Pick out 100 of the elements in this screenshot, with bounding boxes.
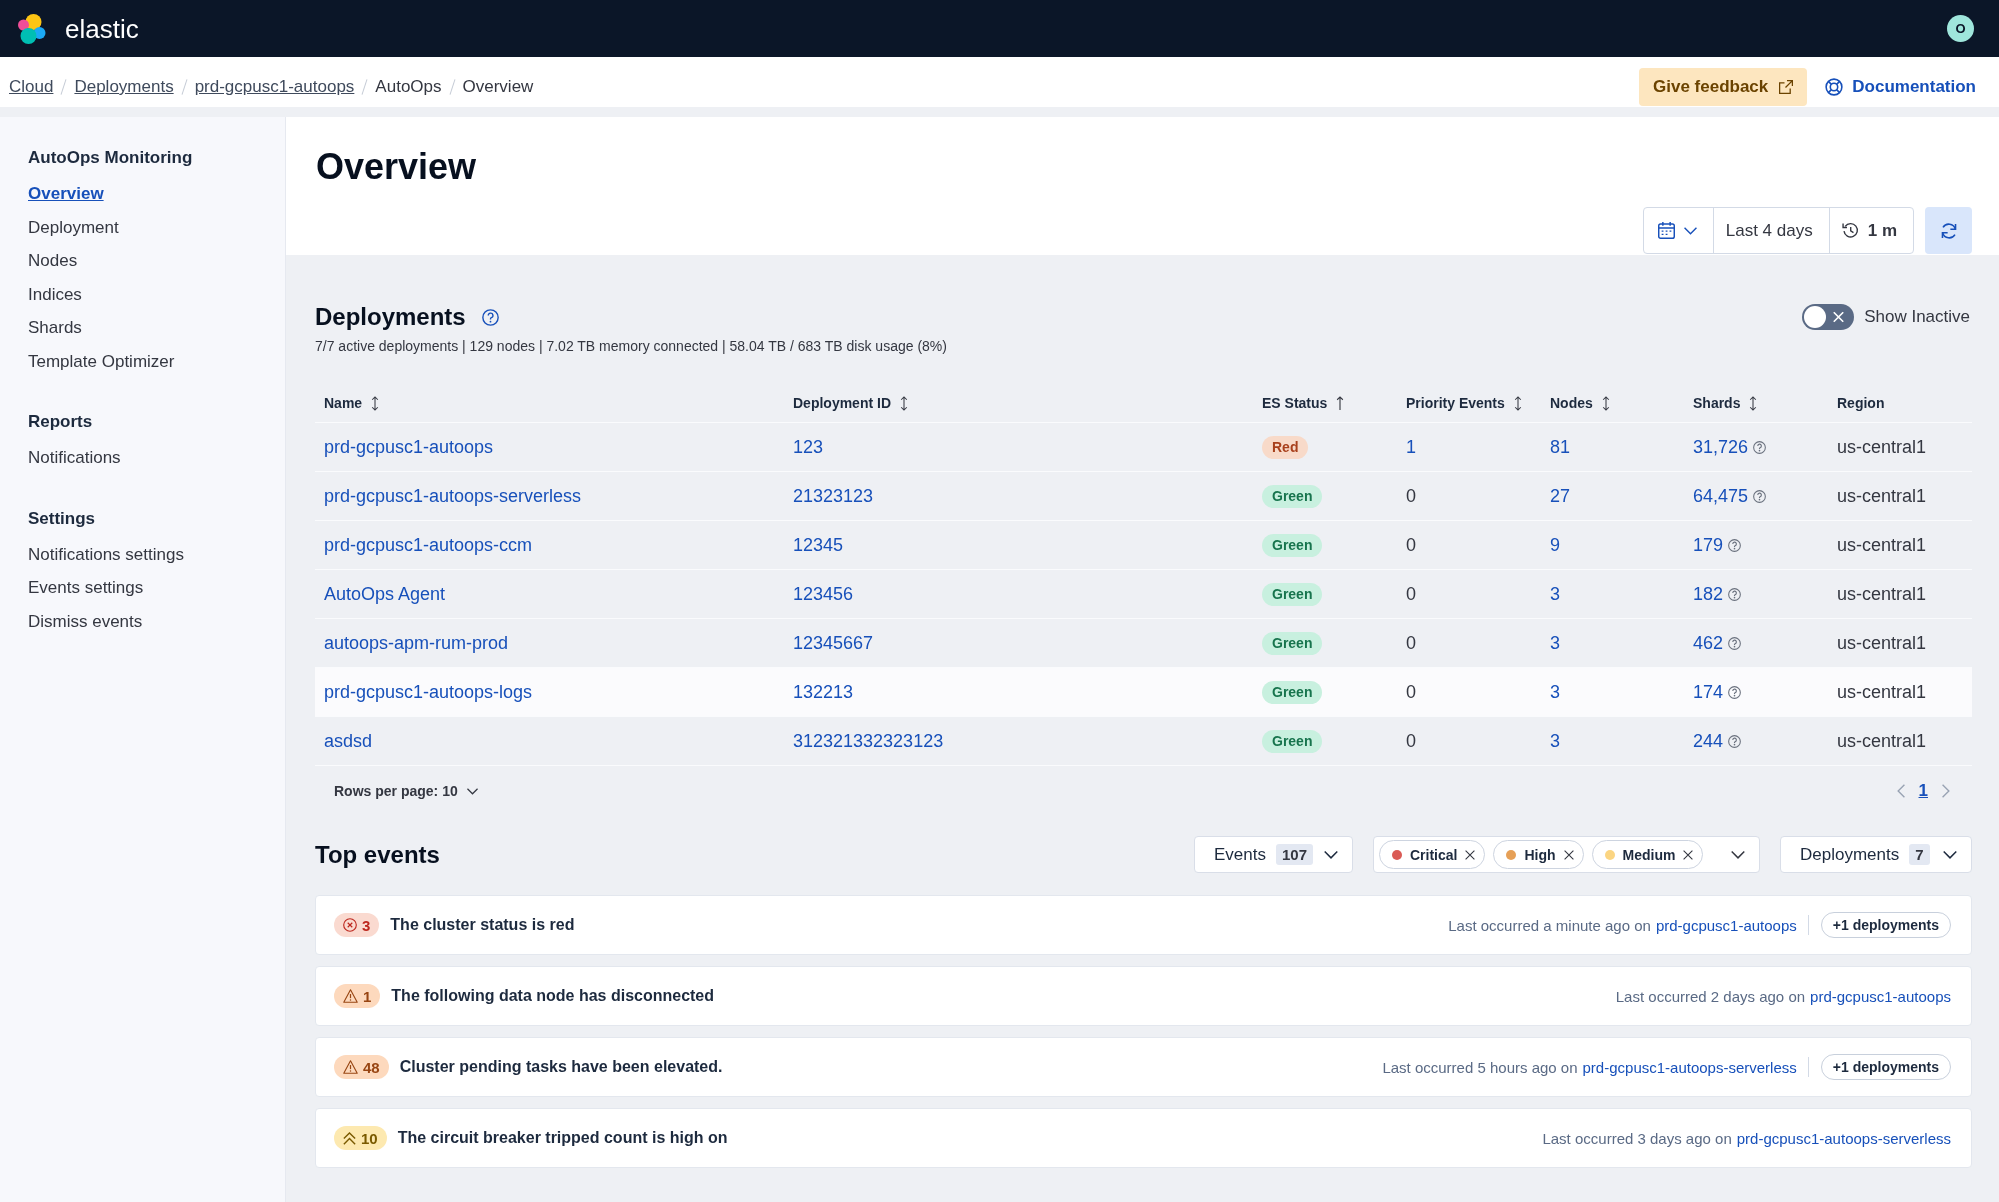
more-deployments-button[interactable]: +1 deployments [1820,912,1951,938]
deployment-id-link[interactable]: 123456 [793,583,854,605]
event-card[interactable]: 3 The cluster status is red Last occurred a minute ago on prd-gcpusc1-autoops +1 deployments [315,895,1972,955]
shards-link[interactable]: 64,475 [1693,485,1749,507]
last-occurred-text: Last occurred a minute ago on [1448,916,1651,934]
breadcrumb-text: Overview [462,76,534,98]
column-header[interactable]: Deployment ID [793,395,908,411]
close-icon[interactable] [1683,849,1694,860]
sidebar-item[interactable]: Overview [28,177,285,211]
nodes-link[interactable]: 27 [1550,485,1571,507]
event-card[interactable]: 10 The circuit breaker tripped count is high on Last occurred 3 days ago on prd-gcpusc1-autoops-serverless [315,1108,1972,1168]
events-filter-button[interactable]: Events 107 [1194,836,1353,873]
breadcrumb-link[interactable]: Deployments [74,76,174,98]
sidebar-item[interactable]: Events settings [28,571,285,605]
sort-icon [1749,395,1758,411]
last-occurred-text: Last occurred 5 hours ago on [1382,1058,1578,1076]
deployment-link[interactable]: asdsd [324,730,373,752]
filter-chip[interactable]: Critical [1379,840,1486,869]
nodes-link[interactable]: 3 [1550,681,1560,703]
page-link[interactable]: 1 [1918,781,1928,801]
sort-icon [900,395,908,411]
shards-link[interactable]: 244 [1693,730,1724,752]
deployment-id-link[interactable]: 12345667 [793,632,874,654]
toggle-switch[interactable] [1802,304,1855,330]
nodes-link[interactable]: 3 [1550,632,1560,654]
column-header[interactable]: Name [324,395,380,411]
question-icon[interactable] [1728,587,1742,601]
breadcrumb-link[interactable]: prd-gcpusc1-autoops [194,76,355,98]
refresh-interval-button[interactable]: 1 m [1829,208,1913,253]
sidebar-item[interactable]: Shards [28,311,285,345]
deployment-id-link[interactable]: 312321332323123 [793,730,944,752]
event-title: The circuit breaker tripped count is high on [397,1129,728,1147]
deployment-link[interactable]: AutoOps Agent [324,583,446,605]
deployments-filter-button[interactable]: Deployments 7 [1780,836,1972,873]
deployment-link[interactable]: prd-gcpusc1-autoops-serverless [1736,1129,1951,1147]
column-header[interactable]: Nodes [1550,395,1610,411]
date-range-button[interactable]: Last 4 days [1713,208,1830,253]
breadcrumb-link[interactable]: Cloud [9,76,54,98]
sidebar-heading: AutoOps Monitoring [28,147,194,169]
sidebar-item[interactable]: Notifications [28,441,285,475]
user-avatar[interactable]: O [1947,15,1974,42]
deployment-id-link[interactable]: 123 [793,436,824,458]
column-header[interactable]: ES Status [1262,395,1345,411]
sidebar-heading: Settings [28,507,97,530]
deployment-id-link[interactable]: 132213 [793,681,854,703]
question-icon[interactable] [1728,685,1742,699]
column-header[interactable]: Shards [1693,395,1758,411]
deployment-link[interactable]: prd-gcpusc1-autoops [1810,987,1951,1005]
shards-link[interactable]: 182 [1693,583,1724,605]
caret-icon [466,787,478,795]
sidebar-item[interactable]: Notifications settings [28,537,285,571]
feedback-button[interactable]: Give feedback [1639,68,1808,106]
page-title: Overview [316,145,478,189]
shards-link[interactable]: 179 [1693,534,1724,556]
more-deployments-button[interactable]: +1 deployments [1820,1054,1951,1080]
shards-link[interactable]: 31,726 [1693,436,1749,458]
filter-chip[interactable]: Medium [1591,840,1704,869]
question-icon[interactable] [1728,538,1742,552]
deployment-link[interactable]: prd-gcpusc1-autoops-logs [324,681,533,703]
status-badge: Red [1262,435,1309,459]
question-icon[interactable] [1728,734,1742,748]
sidebar-item[interactable]: Indices [28,277,285,311]
nodes-link[interactable]: 9 [1550,534,1560,556]
deployment-link[interactable]: prd-gcpusc1-autoops [1655,916,1797,934]
deployment-link[interactable]: autoops-apm-rum-prod [324,632,509,654]
close-icon[interactable] [1465,849,1476,860]
deployment-link[interactable]: prd-gcpusc1-autoops-serverless [1582,1058,1797,1076]
close-icon[interactable] [1563,849,1574,860]
nodes-link[interactable]: 3 [1550,583,1560,605]
deployment-link[interactable]: prd-gcpusc1-autoops [324,436,494,458]
chevron-right-icon [1942,784,1950,798]
sidebar-item[interactable]: Dismiss events [28,604,285,638]
nodes-link[interactable]: 81 [1550,436,1571,458]
caret-icon[interactable] [1731,850,1745,859]
column-header[interactable]: Priority Events [1406,395,1522,411]
nodes-link[interactable]: 3 [1550,730,1560,752]
question-icon[interactable] [1753,489,1767,503]
question-icon[interactable] [1753,440,1767,454]
status-badge: Green [1262,680,1323,704]
deployment-link[interactable]: prd-gcpusc1-autoops-ccm [324,534,533,556]
documentation-link[interactable]: Documentation [1825,77,1976,97]
sidebar-item[interactable]: Nodes [28,244,285,278]
rows-per-page-button[interactable]: Rows per page: 10 [334,783,478,799]
priority-events-link[interactable]: 1 [1406,436,1416,458]
elastic-logo-icon[interactable] [17,13,47,44]
sidebar-item[interactable]: Deployment [28,210,285,244]
question-icon[interactable] [1728,636,1742,650]
shards-link[interactable]: 174 [1693,681,1724,703]
deployment-link[interactable]: prd-gcpusc1-autoops-serverless [324,485,582,507]
deployment-id-link[interactable]: 21323123 [793,485,874,507]
filter-chip[interactable]: High [1493,840,1584,869]
event-card[interactable]: 1 The following data node has disconnected Last occurred 2 days ago on prd-gcpusc1-autoops [315,966,1972,1026]
refresh-button[interactable] [1925,207,1972,254]
severity-filter[interactable]: Critical High Medium [1373,836,1760,873]
shards-link[interactable]: 462 [1693,632,1724,654]
help-icon[interactable] [481,308,499,326]
status-badge: Green [1262,631,1323,655]
event-card[interactable]: 48 Cluster pending tasks have been elevated. Last occurred 5 hours ago on prd-gcpusc1-autoops-serverless +1 deployments [315,1037,1972,1097]
sidebar-item[interactable]: Template Optimizer [28,344,285,378]
deployment-id-link[interactable]: 12345 [793,534,844,556]
